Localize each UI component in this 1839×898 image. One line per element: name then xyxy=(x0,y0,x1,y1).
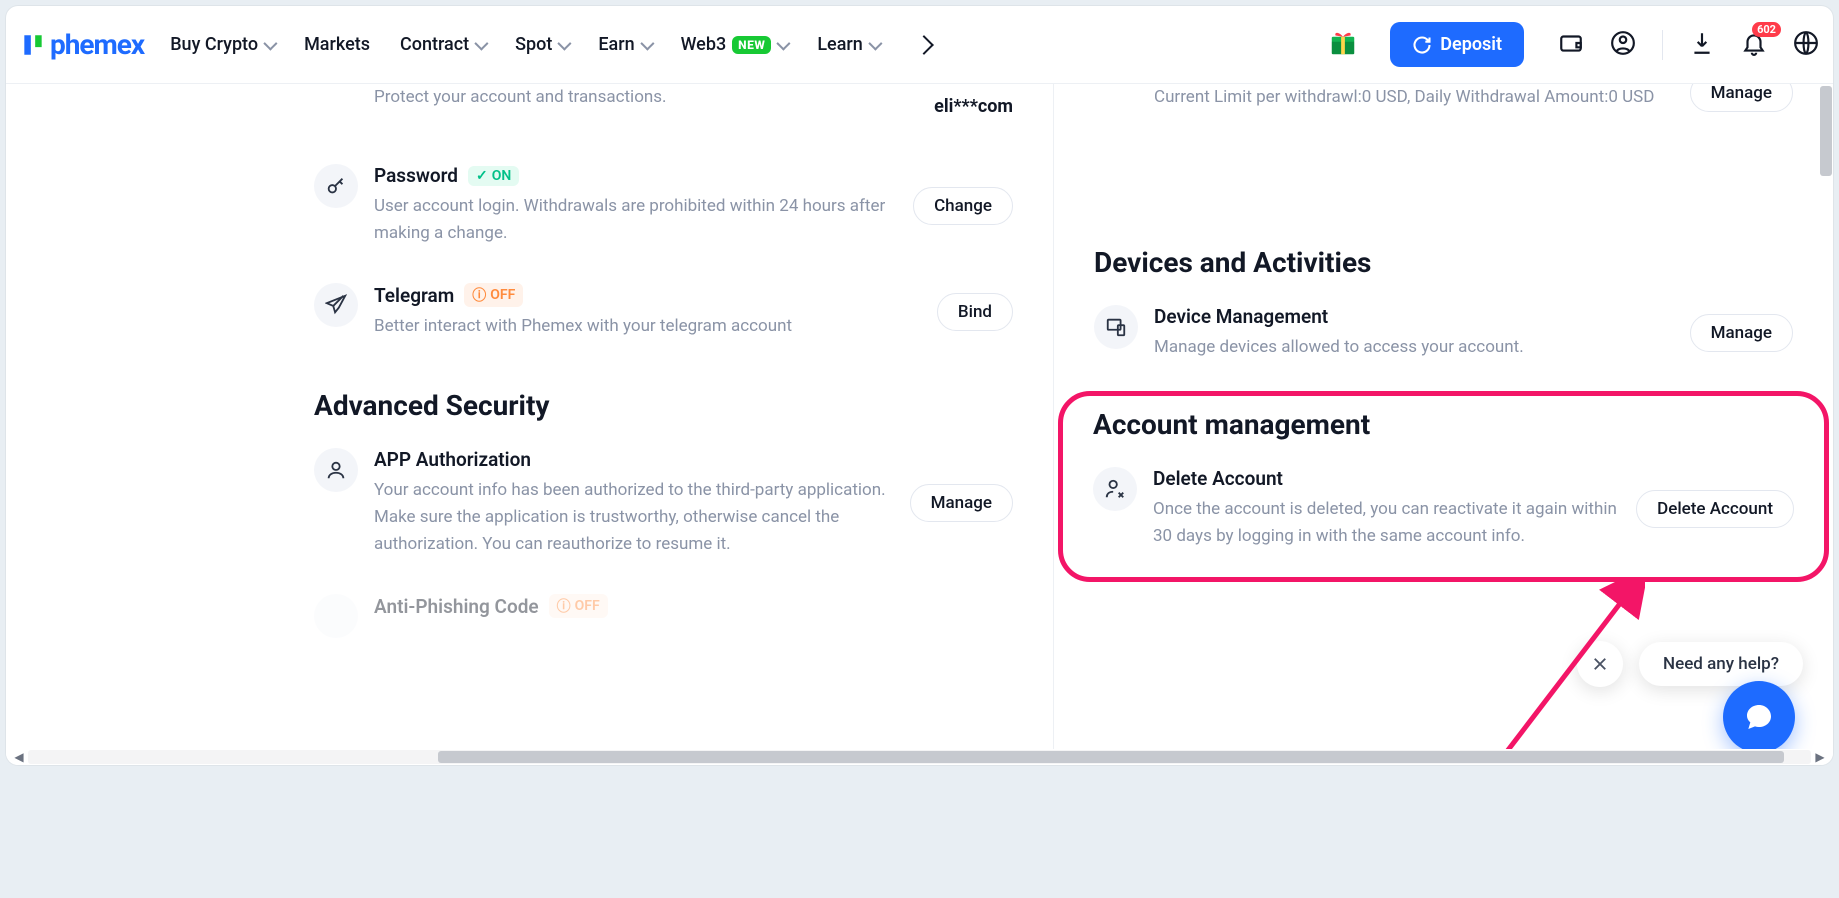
app-auth-row: APP Authorization Your account info has … xyxy=(314,430,1013,577)
manage-app-auth-button[interactable]: Manage xyxy=(910,484,1013,522)
person-x-icon xyxy=(1093,467,1137,511)
account-management-section: Account management Delete Account Once t… xyxy=(1058,391,1829,581)
email-desc: Protect your account and transactions. xyxy=(374,84,918,111)
nav-scroll-right-icon[interactable] xyxy=(914,35,934,55)
nav-contract[interactable]: Contract xyxy=(400,34,485,55)
download-icon[interactable] xyxy=(1689,30,1715,60)
advanced-security-heading: Advanced Security xyxy=(314,389,1013,422)
bind-telegram-button[interactable]: Bind xyxy=(937,293,1013,331)
delete-account-desc: Once the account is deleted, you can rea… xyxy=(1153,496,1620,550)
chevron-down-icon xyxy=(474,36,488,50)
top-nav: phemex Buy Crypto Markets Contract Spot … xyxy=(6,6,1833,84)
nav-markets[interactable]: Markets xyxy=(304,34,370,55)
logo-text: phemex xyxy=(50,28,144,61)
telegram-title: Telegram xyxy=(374,284,454,307)
management-column: Current Limit per withdrawl:0 USD, Daily… xyxy=(1054,84,1833,749)
chat-icon xyxy=(1743,701,1775,733)
notification-icon[interactable]: 602 xyxy=(1741,30,1767,60)
telegram-row: Telegram ⓘ OFF Better interact with Phem… xyxy=(314,265,1013,358)
security-column: Protect your account and transactions. e… xyxy=(274,84,1054,749)
devices-icon xyxy=(1094,305,1138,349)
chevron-down-icon xyxy=(868,36,882,50)
manage-devices-button[interactable]: Manage xyxy=(1690,314,1793,352)
chevron-down-icon xyxy=(263,36,277,50)
device-mgmt-desc: Manage devices allowed to access your ac… xyxy=(1154,334,1674,361)
nav-spot[interactable]: Spot xyxy=(515,34,568,55)
manage-withdrawal-button[interactable]: Manage xyxy=(1690,84,1793,112)
logo[interactable]: phemex xyxy=(20,28,144,61)
top-icon-group: 602 xyxy=(1558,30,1819,60)
chevron-down-icon xyxy=(640,36,654,50)
divider xyxy=(1662,30,1663,60)
chat-fab[interactable] xyxy=(1723,681,1795,749)
scrollbar-track[interactable] xyxy=(28,750,1811,764)
email-row: Protect your account and transactions. e… xyxy=(314,84,1013,146)
help-widget: Need any help? xyxy=(1577,641,1803,687)
devices-heading: Devices and Activities xyxy=(1094,246,1793,279)
withdrawal-desc: Current Limit per withdrawl:0 USD, Daily… xyxy=(1154,84,1674,111)
globe-icon[interactable] xyxy=(1793,30,1819,60)
sidebar xyxy=(6,84,274,749)
telegram-status: ⓘ OFF xyxy=(464,283,523,307)
horizontal-scrollbar[interactable]: ◀ ▶ xyxy=(6,749,1833,765)
notification-badge: 602 xyxy=(1752,22,1781,37)
telegram-icon xyxy=(314,283,358,327)
scroll-left-icon[interactable]: ◀ xyxy=(10,750,28,764)
nav-web3[interactable]: Web3NEW xyxy=(681,34,788,55)
account-mgmt-heading: Account management xyxy=(1093,408,1794,441)
device-mgmt-row: Device Management Manage devices allowed… xyxy=(1094,287,1793,379)
delete-account-row: Delete Account Once the account is delet… xyxy=(1093,449,1794,550)
delete-account-title: Delete Account xyxy=(1153,467,1283,490)
nav-earn[interactable]: Earn xyxy=(598,34,650,55)
change-password-button[interactable]: Change xyxy=(913,187,1013,225)
new-badge: NEW xyxy=(732,36,771,54)
antiphish-status: ⓘ OFF xyxy=(549,594,608,618)
main-menu: Buy Crypto Markets Contract Spot Earn We… xyxy=(170,34,931,55)
password-row: Password ✓ ON User account login. Withdr… xyxy=(314,146,1013,265)
close-icon xyxy=(1591,655,1609,673)
nav-buy-crypto[interactable]: Buy Crypto xyxy=(170,34,274,55)
email-value: eli***com xyxy=(934,96,1013,117)
help-close-button[interactable] xyxy=(1577,641,1623,687)
logo-icon xyxy=(20,32,46,58)
key-icon xyxy=(314,164,358,208)
shield-icon xyxy=(314,594,358,638)
help-button[interactable]: Need any help? xyxy=(1639,642,1803,686)
device-mgmt-title: Device Management xyxy=(1154,305,1328,328)
chevron-down-icon xyxy=(777,36,791,50)
vertical-scrollbar[interactable] xyxy=(1819,84,1833,749)
password-status: ✓ ON xyxy=(468,166,519,186)
password-desc: User account login. Withdrawals are proh… xyxy=(374,193,897,247)
antiphish-row: Anti-Phishing Code ⓘ OFF xyxy=(314,576,1013,638)
gift-icon[interactable] xyxy=(1328,28,1358,62)
chevron-down-icon xyxy=(558,36,572,50)
delete-account-button[interactable]: Delete Account xyxy=(1636,490,1794,528)
deposit-button[interactable]: Deposit xyxy=(1390,22,1524,67)
scrollbar-thumb[interactable] xyxy=(1820,86,1832,176)
withdrawal-row: Current Limit per withdrawl:0 USD, Daily… xyxy=(1094,84,1793,146)
antiphish-title: Anti-Phishing Code xyxy=(374,595,539,618)
telegram-desc: Better interact with Phemex with your te… xyxy=(374,313,921,340)
scrollbar-thumb[interactable] xyxy=(438,751,1784,763)
content-area: Protect your account and transactions. e… xyxy=(6,84,1833,749)
nav-learn[interactable]: Learn xyxy=(817,34,878,55)
scroll-right-icon[interactable]: ▶ xyxy=(1811,750,1829,764)
person-icon xyxy=(314,448,358,492)
refresh-icon xyxy=(1412,35,1432,55)
user-icon[interactable] xyxy=(1610,30,1636,60)
wallet-icon[interactable] xyxy=(1558,30,1584,60)
password-title: Password xyxy=(374,164,458,187)
app-auth-title: APP Authorization xyxy=(374,448,531,471)
app-auth-desc: Your account info has been authorized to… xyxy=(374,477,894,559)
